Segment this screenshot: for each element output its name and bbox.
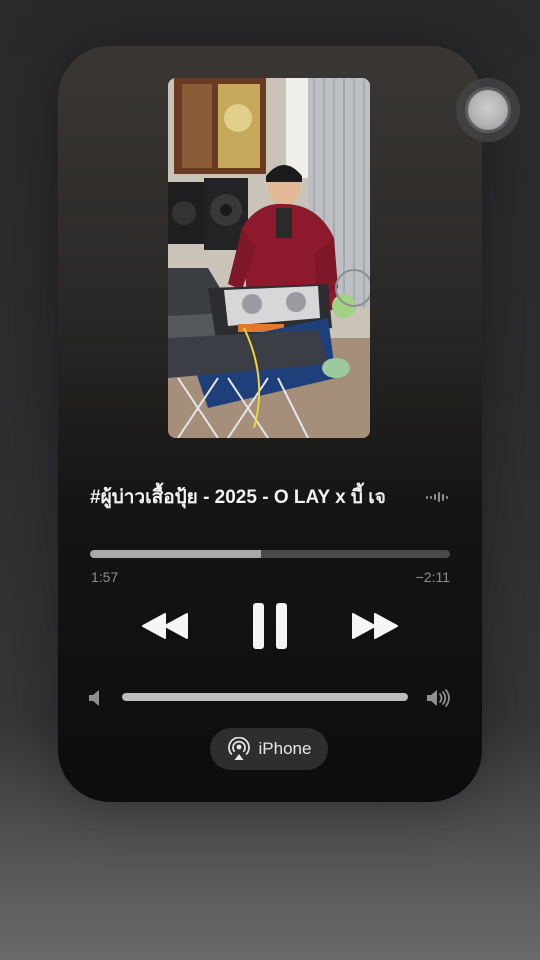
fast-forward-button[interactable] (348, 608, 402, 644)
playback-progress-fill (90, 550, 261, 558)
remaining-time: −2:11 (415, 569, 450, 585)
volume-slider[interactable] (122, 693, 408, 701)
transport-controls (58, 598, 482, 654)
pause-icon (253, 603, 287, 649)
rewind-button[interactable] (138, 608, 192, 644)
speaker-high-icon (427, 689, 450, 707)
assistive-touch-icon (468, 90, 508, 130)
volume-slider-fill (122, 693, 408, 701)
album-artwork[interactable] (168, 78, 370, 438)
assistive-touch-button[interactable] (456, 78, 520, 142)
artwork-photo (168, 78, 370, 438)
speaker-low-icon (89, 690, 99, 706)
audio-quality-icon (426, 491, 450, 503)
song-title-row: #ผู้บ่าวเสื้อปุ้ย - 2025 - O LAY x บี้ เ… (90, 482, 450, 512)
now-playing-card: #ผู้บ่าวเสื้อปุ้ย - 2025 - O LAY x บี้ เ… (58, 46, 482, 802)
pause-button[interactable] (244, 600, 296, 652)
rewind-icon (142, 613, 188, 639)
volume-control (88, 686, 452, 710)
song-title: #ผู้บ่าวเสื้อปุ้ย - 2025 - O LAY x บี้ เ… (90, 487, 386, 508)
airplay-icon (227, 737, 250, 760)
elapsed-time: 1:57 (91, 569, 119, 585)
output-device-label: iPhone (258, 739, 312, 758)
playback-scrubber[interactable] (90, 550, 450, 558)
fast-forward-icon (352, 613, 398, 639)
airplay-output-button[interactable]: iPhone (210, 728, 328, 770)
